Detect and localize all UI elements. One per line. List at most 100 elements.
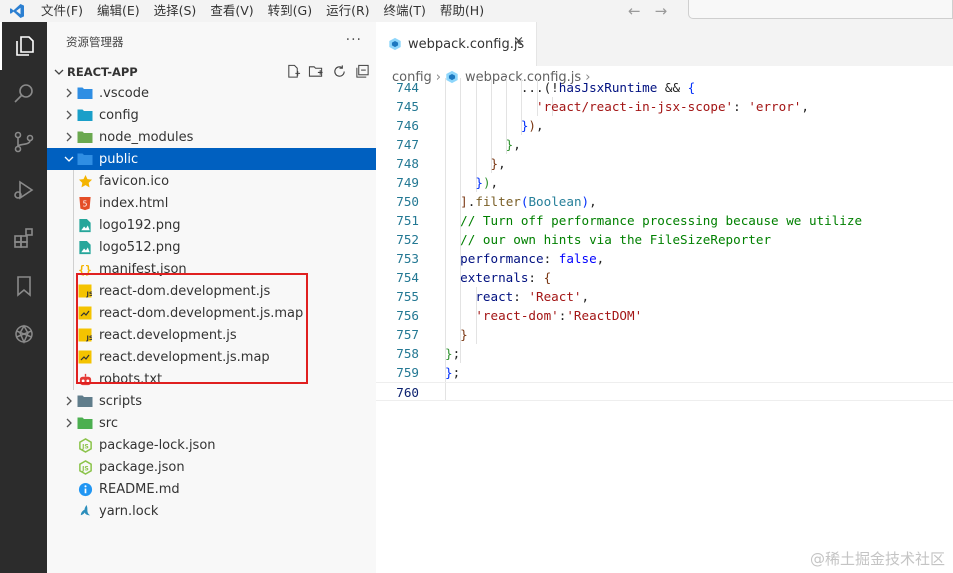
tree-folder[interactable]: config [47,104,376,126]
bookmark-icon[interactable] [0,262,47,310]
menu-item[interactable]: 帮助(H) [433,0,491,22]
code-line[interactable]: 754 externals: { [376,268,953,287]
code-token: ; [452,365,461,380]
tree-item-label: logo192.png [99,217,181,233]
tree-file[interactable]: logo192.png [47,214,376,236]
tree-file[interactable]: yarn.lock [47,500,376,522]
source-control-icon[interactable] [0,118,47,166]
tree-file[interactable]: react-dom.development.js.map [47,302,376,324]
code-line[interactable]: 744 ...(!hasJsxRuntime && { [376,78,953,97]
menu-item[interactable]: 文件(F) [34,0,90,22]
back-arrow-icon[interactable]: ← [628,2,641,20]
js-map-icon [77,305,93,321]
tree-folder[interactable]: public [47,148,376,170]
info-icon [77,481,93,497]
tree-file[interactable]: favicon.ico [47,170,376,192]
code-token: , [498,156,506,171]
code-token: ) [528,118,537,133]
tree-file[interactable]: 5 index.html [47,192,376,214]
code-line[interactable]: 752 // our own hints via the FileSizeRep… [376,230,953,249]
code-line[interactable]: 745 'react/react-in-jsx-scope': 'error', [376,97,953,116]
js-icon: JS [77,283,93,299]
vscode-folder-icon [77,85,93,101]
project-name: REACT-APP [67,65,138,79]
code-text: performance: false, [445,249,604,268]
more-actions-icon[interactable]: ··· [346,32,362,48]
code-text: }), [445,116,544,135]
tree-file[interactable]: robots.txt [47,368,376,390]
svg-text:JS: JS [81,465,89,472]
code-token: { [687,80,696,95]
tree-file[interactable]: JS package-lock.json [47,434,376,456]
menu-item[interactable]: 终端(T) [377,0,433,22]
code-line[interactable]: 748 }, [376,154,953,173]
tree-file[interactable]: README.md [47,478,376,500]
code-line[interactable]: 747 }, [376,135,953,154]
extensions-icon[interactable] [0,214,47,262]
run-debug-icon[interactable] [0,166,47,214]
code-text: react: 'React', [445,287,589,306]
code-token: filter [475,194,521,209]
line-number: 757 [396,327,419,342]
new-file-icon[interactable] [285,63,301,79]
collapse-all-icon[interactable] [354,63,370,79]
tree-item-label: robots.txt [99,371,163,387]
tree-file[interactable]: logo512.png [47,236,376,258]
line-number: 752 [396,232,419,247]
search-icon[interactable] [0,70,47,118]
code-line[interactable]: 760 [376,382,953,401]
tree-file[interactable]: JS react.development.js [47,324,376,346]
code-line[interactable]: 759}; [376,363,953,382]
tree-file[interactable]: react.development.js.map [47,346,376,368]
openai-icon[interactable] [0,310,47,358]
explorer-header: 资源管理器 ··· [47,22,376,62]
new-folder-icon[interactable] [308,63,324,79]
code-line[interactable]: 756 'react-dom':'ReactDOM' [376,306,953,325]
code-line[interactable]: 749 }), [376,173,953,192]
explorer-icon[interactable] [0,22,47,70]
chevron-right-icon [61,104,77,126]
code-token: , [490,175,499,190]
menu-item[interactable]: 编辑(E) [90,0,147,22]
menu-item[interactable]: 选择(S) [147,0,204,22]
refresh-icon[interactable] [331,63,347,79]
line-number: 756 [396,308,419,323]
menu-item[interactable]: 查看(V) [203,0,260,22]
menu-item[interactable]: 运行(R) [319,0,376,22]
command-center[interactable] [688,0,953,19]
svg-text:JS: JS [86,334,93,342]
code-line[interactable]: 755 react: 'React', [376,287,953,306]
line-number: 745 [396,99,419,114]
explorer-sidebar: 资源管理器 ··· REACT-APP .vscode config node_mo… [47,22,376,573]
json-icon: {} [77,261,93,277]
code-line[interactable]: 746 }), [376,116,953,135]
code-token: , [536,118,544,133]
code-line[interactable]: 753 performance: false, [376,249,953,268]
tree-item-label: config [99,107,139,123]
code-line[interactable]: 750 ].filter(Boolean), [376,192,953,211]
tree-folder[interactable]: node_modules [47,126,376,148]
tree-file[interactable]: JS package.json [47,456,376,478]
code-token: ] [460,194,468,209]
code-line[interactable]: 757 } [376,325,953,344]
project-header[interactable]: REACT-APP [47,62,376,82]
code-line[interactable]: 751 // Turn off performance processing b… [376,211,953,230]
menu-item[interactable]: 转到(G) [261,0,319,22]
tree-file[interactable]: {} manifest.json [47,258,376,280]
code-line[interactable]: 758}; [376,344,953,363]
close-icon[interactable]: × [513,34,524,49]
tree-folder[interactable]: scripts [47,390,376,412]
code-token: 'react-dom' [475,308,559,323]
tab-webpack-config[interactable]: webpack.config.js × [376,22,537,66]
svg-text:JS: JS [81,443,89,450]
tree-folder[interactable]: src [47,412,376,434]
forward-arrow-icon[interactable]: → [655,2,668,20]
nodejs-icon: JS [77,459,93,475]
tree-folder[interactable]: .vscode [47,82,376,104]
tree-file[interactable]: JS react-dom.development.js [47,280,376,302]
code-token: } [460,327,468,342]
